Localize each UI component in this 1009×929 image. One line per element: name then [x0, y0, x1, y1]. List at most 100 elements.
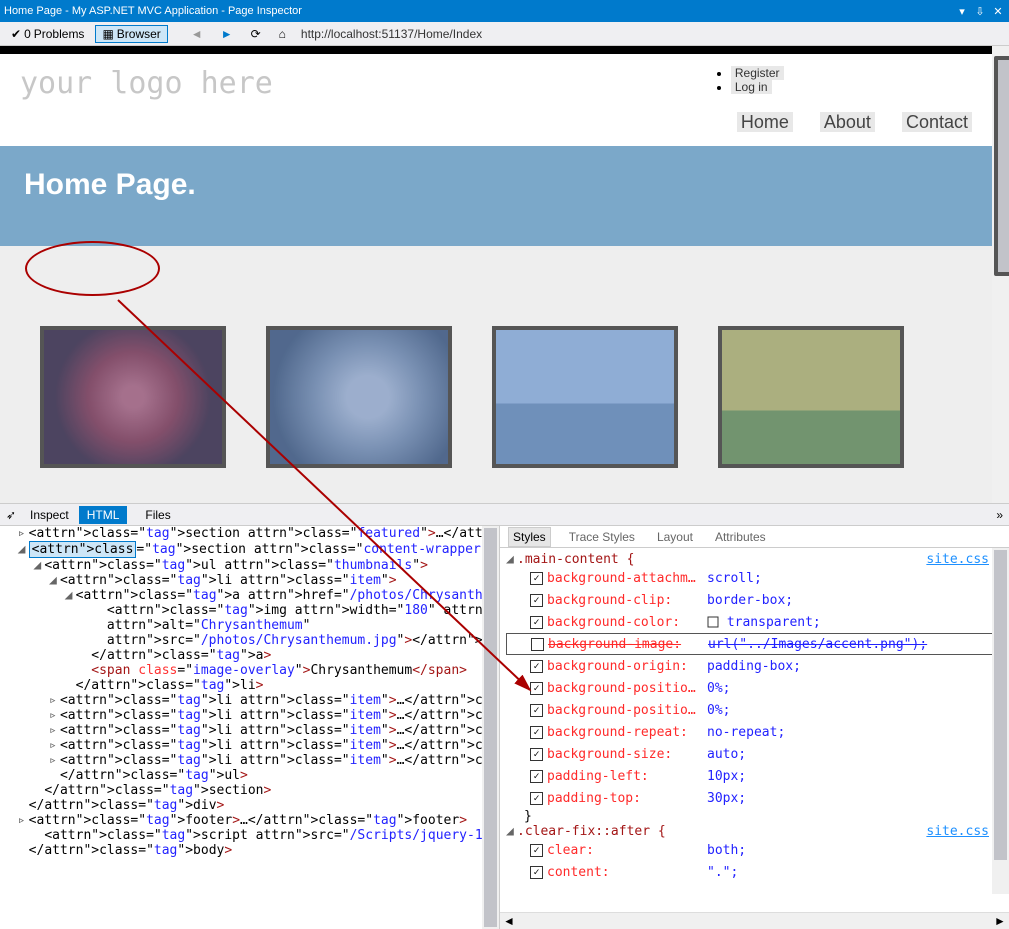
tree-node[interactable]: ▹<attrn">class="tag">li attrn">class="it…: [2, 723, 499, 738]
css-property-row[interactable]: clear: both;: [506, 839, 1003, 861]
property-checkbox[interactable]: [530, 616, 543, 629]
tree-node[interactable]: </attrn">class="tag">section>: [2, 783, 499, 798]
home-button[interactable]: ⌂: [272, 25, 293, 43]
css-property-row[interactable]: background-color: transparent;: [506, 611, 1003, 633]
tree-node[interactable]: ◢<attrn">class="tag">li attrn">class="it…: [2, 573, 499, 588]
css-property-row[interactable]: background-attachm… scroll;: [506, 567, 1003, 589]
property-checkbox[interactable]: [530, 748, 543, 761]
css-property-row[interactable]: padding-left: 10px;: [506, 765, 1003, 787]
nav-about[interactable]: About: [820, 112, 875, 132]
source-link[interactable]: site.css: [926, 552, 989, 567]
back-button[interactable]: ◄: [184, 25, 210, 43]
property-checkbox[interactable]: [530, 866, 543, 879]
scroll-left-icon[interactable]: ◄: [502, 914, 516, 928]
tree-node[interactable]: attrn">alt="Chrysanthemum": [2, 618, 499, 633]
source-link[interactable]: site.css: [926, 824, 989, 839]
tree-node[interactable]: <attrn">class="tag">img attrn">width="18…: [2, 603, 499, 618]
tree-node[interactable]: ▹<attrn">class="tag">li attrn">class="it…: [2, 708, 499, 723]
tab-attributes[interactable]: Attributes: [711, 528, 770, 546]
css-property-row[interactable]: padding-top: 30px;: [506, 787, 1003, 809]
login-link[interactable]: Log in: [731, 80, 772, 94]
tree-toggle-icon[interactable]: ◢: [18, 542, 29, 557]
html-tree-pane[interactable]: ▹<attrn">class="tag">section attrn">clas…: [0, 526, 500, 929]
css-property-row[interactable]: background-repeat: no-repeat;: [506, 721, 1003, 743]
tree-node[interactable]: </attrn">class="tag">a>: [2, 648, 499, 663]
title-bar: Home Page - My ASP.NET MVC Application -…: [0, 0, 1009, 22]
tree-toggle-icon[interactable]: ◢: [33, 558, 44, 573]
inspect-pointer-icon[interactable]: ➶: [6, 508, 20, 522]
expand-panel-icon[interactable]: »: [996, 508, 1003, 522]
close-icon[interactable]: ✕: [991, 5, 1005, 18]
property-checkbox[interactable]: [530, 682, 543, 695]
thumbnail-item[interactable]: [492, 326, 678, 468]
refresh-button[interactable]: ⟳: [244, 25, 268, 43]
property-checkbox[interactable]: [530, 572, 543, 585]
property-checkbox[interactable]: [530, 594, 543, 607]
register-link[interactable]: Register: [731, 66, 784, 80]
tree-node[interactable]: ◢<attrn">class="tag">a attrn">href="/pho…: [2, 588, 499, 603]
css-property-row[interactable]: background-image: url("../Images/accent.…: [506, 633, 1003, 655]
tree-toggle-icon[interactable]: ▹: [49, 738, 60, 753]
nav-contact[interactable]: Contact: [902, 112, 972, 132]
property-checkbox[interactable]: [530, 704, 543, 717]
css-property-row[interactable]: background-positio… 0%;: [506, 699, 1003, 721]
css-property-row[interactable]: background-clip: border-box;: [506, 589, 1003, 611]
tree-node[interactable]: ▹<attrn">class="tag">li attrn">class="it…: [2, 738, 499, 753]
tree-node[interactable]: <span class="image-overlay">Chrysanthemu…: [2, 663, 499, 678]
tree-node[interactable]: ▹<attrn">class="tag">li attrn">class="it…: [2, 693, 499, 708]
tree-toggle-icon[interactable]: ▹: [49, 723, 60, 738]
css-property-row[interactable]: background-size: auto;: [506, 743, 1003, 765]
tree-node[interactable]: </attrn">class="tag">ul>: [2, 768, 499, 783]
property-checkbox[interactable]: [530, 844, 543, 857]
css-rules[interactable]: site.css◢.main-content {background-attac…: [500, 548, 1009, 912]
tree-toggle-icon[interactable]: ▹: [49, 693, 60, 708]
forward-button[interactable]: ►: [214, 25, 240, 43]
annotation-ellipse: [25, 241, 160, 296]
pin-icon[interactable]: ⇩: [973, 5, 987, 18]
tree-node[interactable]: <attrn">class="tag">script attrn">src="/…: [2, 828, 499, 843]
tree-toggle-icon[interactable]: ▹: [18, 526, 29, 541]
property-checkbox[interactable]: [530, 792, 543, 805]
scroll-right-icon[interactable]: ►: [993, 914, 1007, 928]
tree-toggle-icon[interactable]: ▹: [49, 708, 60, 723]
window-title: Home Page - My ASP.NET MVC Application -…: [4, 5, 302, 17]
vertical-scrollbar[interactable]: [482, 526, 499, 929]
vertical-scrollbar[interactable]: [992, 548, 1009, 894]
css-property-row[interactable]: background-positio… 0%;: [506, 677, 1003, 699]
thumbnail-item[interactable]: [266, 326, 452, 468]
css-property-row[interactable]: background-origin: padding-box;: [506, 655, 1003, 677]
tree-node[interactable]: ▹<attrn">class="tag">section attrn">clas…: [2, 526, 499, 541]
thumbnail-item[interactable]: [40, 326, 226, 468]
tab-styles[interactable]: Styles: [508, 527, 551, 547]
tree-node[interactable]: ▹<attrn">class="tag">li attrn">class="it…: [2, 753, 499, 768]
tree-node[interactable]: ◢<attrn">class="tag">section attrn">clas…: [2, 541, 499, 558]
tree-node[interactable]: attrn">src="/photos/Chrysanthemum.jpg"><…: [2, 633, 499, 648]
problems-button[interactable]: ✔ 0 Problems: [4, 25, 91, 43]
tree-node[interactable]: </attrn">class="tag">li>: [2, 678, 499, 693]
tab-layout[interactable]: Layout: [653, 528, 697, 546]
tree-toggle-icon[interactable]: ▹: [49, 753, 60, 768]
tree-node[interactable]: </attrn">class="tag">div>: [2, 798, 499, 813]
property-checkbox[interactable]: [531, 638, 544, 651]
property-checkbox[interactable]: [530, 726, 543, 739]
property-checkbox[interactable]: [530, 770, 543, 783]
dropdown-icon[interactable]: ▾: [955, 5, 969, 18]
tab-files[interactable]: Files: [137, 506, 178, 524]
tree-node[interactable]: ▹<attrn">class="tag">footer>…</attrn">cl…: [2, 813, 499, 828]
tab-trace-styles[interactable]: Trace Styles: [565, 528, 639, 546]
tree-node[interactable]: </attrn">class="tag">body>: [2, 843, 499, 858]
tree-node[interactable]: ◢<attrn">class="tag">ul attrn">class="th…: [2, 558, 499, 573]
tree-toggle-icon[interactable]: ◢: [65, 588, 76, 603]
browser-mode-button[interactable]: ▦ Browser: [95, 25, 167, 43]
vertical-scrollbar[interactable]: [992, 46, 1009, 503]
tab-html[interactable]: HTML: [79, 506, 128, 524]
property-checkbox[interactable]: [530, 660, 543, 673]
horizontal-scrollbar[interactable]: ◄ ►: [500, 912, 1009, 929]
tree-toggle-icon[interactable]: ▹: [18, 813, 29, 828]
css-property-row[interactable]: content: ".";: [506, 861, 1003, 883]
thumbnail-item[interactable]: [718, 326, 904, 468]
nav-home[interactable]: Home: [737, 112, 793, 132]
address-bar[interactable]: http://localhost:51137/Home/Index: [297, 27, 1005, 41]
tree-toggle-icon[interactable]: ◢: [49, 573, 60, 588]
inspect-label[interactable]: Inspect: [30, 508, 69, 522]
